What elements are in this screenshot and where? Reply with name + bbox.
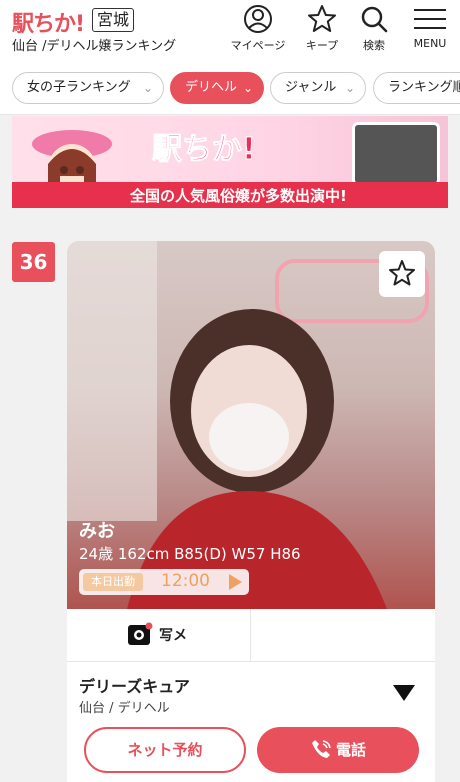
filter-chip-girls-ranking[interactable]: 女の子ランキング ⌄ xyxy=(12,72,164,104)
search-label: 検索 xyxy=(363,39,385,52)
banner-logo: 駅ちか! xyxy=(152,132,257,168)
chevron-down-icon: ⌄ xyxy=(242,81,253,95)
filter-chip-label: ジャンル xyxy=(285,80,337,95)
user-circle-icon xyxy=(244,5,272,33)
keep-label: キープ xyxy=(305,39,339,52)
page-subtitle: 仙台 /デリヘル嬢ランキング xyxy=(12,39,177,54)
chevron-down-icon: ⌄ xyxy=(344,81,355,95)
mypage-button[interactable]: マイページ xyxy=(226,4,290,53)
hamburger-menu-icon xyxy=(414,9,446,29)
prefecture-label[interactable]: 宮城 xyxy=(92,8,135,32)
triangle-down-icon[interactable] xyxy=(393,685,415,701)
shift-badge: 本日出勤 xyxy=(83,573,143,591)
filter-chip-label: デリヘル xyxy=(185,80,238,95)
girl-card: みお 24歳 162cm B85(D) W57 H86 本日出勤 12:00 写… xyxy=(67,241,435,782)
filter-chip-sort[interactable]: ランキング順 xyxy=(373,72,460,104)
filter-chip-label: ランキング順 xyxy=(388,80,460,95)
banner-tagline: 全国の人気風俗嬢が多数出演中! xyxy=(130,187,347,205)
girl-photo[interactable]: みお 24歳 162cm B85(D) W57 H86 本日出勤 12:00 xyxy=(67,241,435,609)
girl-profile: 24歳 162cm B85(D) W57 H86 xyxy=(79,545,301,563)
star-outline-icon xyxy=(389,260,415,286)
site-logo[interactable]: 駅ちか! xyxy=(12,6,85,38)
shop-name[interactable]: デリーズキュア xyxy=(79,673,190,697)
rank-badge: 36 xyxy=(12,242,55,282)
divider xyxy=(250,609,251,661)
mypage-label: マイページ xyxy=(230,39,286,52)
play-icon xyxy=(229,574,242,590)
girl-name: みお xyxy=(79,521,115,542)
call-button[interactable]: 電話 xyxy=(257,727,419,773)
star-outline-icon xyxy=(308,5,336,32)
keep-button[interactable]: キープ xyxy=(300,4,344,53)
menu-label: MENU xyxy=(413,37,447,50)
phone-icon xyxy=(311,740,331,758)
photo-diary-button[interactable]: 写メ xyxy=(127,619,197,651)
promo-banner[interactable]: 駅ちか! 全国の人気風俗嬢が多数出演中! xyxy=(12,116,448,208)
search-icon xyxy=(361,6,388,33)
call-label: 電話 xyxy=(335,741,366,759)
filter-chip-label: 女の子ランキング xyxy=(27,80,131,95)
chevron-down-icon: ⌄ xyxy=(142,81,153,95)
filter-chip-deliheru[interactable]: デリヘル ⌄ xyxy=(170,72,264,104)
favorite-button[interactable] xyxy=(379,251,425,297)
shift-info: 本日出勤 12:00 xyxy=(79,569,249,595)
site-header: 駅ちか! 宮城 仙台 /デリヘル嬢ランキング マイページ キープ 検索 MENU xyxy=(0,0,460,62)
photo-diary-bar: 写メ xyxy=(67,609,435,662)
shop-area: 仙台 / デリヘル xyxy=(79,701,170,716)
camera-icon xyxy=(128,622,153,645)
net-reserve-button[interactable]: ネット予約 xyxy=(84,727,246,773)
banner-phone-image xyxy=(352,122,440,186)
filter-chip-genre[interactable]: ジャンル ⌄ xyxy=(270,72,366,104)
menu-button[interactable]: MENU xyxy=(406,4,454,50)
photo-diary-label: 写メ xyxy=(159,628,187,644)
filter-bar: 女の子ランキング ⌄ デリヘル ⌄ ジャンル ⌄ ランキング順 xyxy=(0,62,460,115)
search-button[interactable]: 検索 xyxy=(356,4,392,53)
shift-time: 12:00 xyxy=(161,571,210,591)
